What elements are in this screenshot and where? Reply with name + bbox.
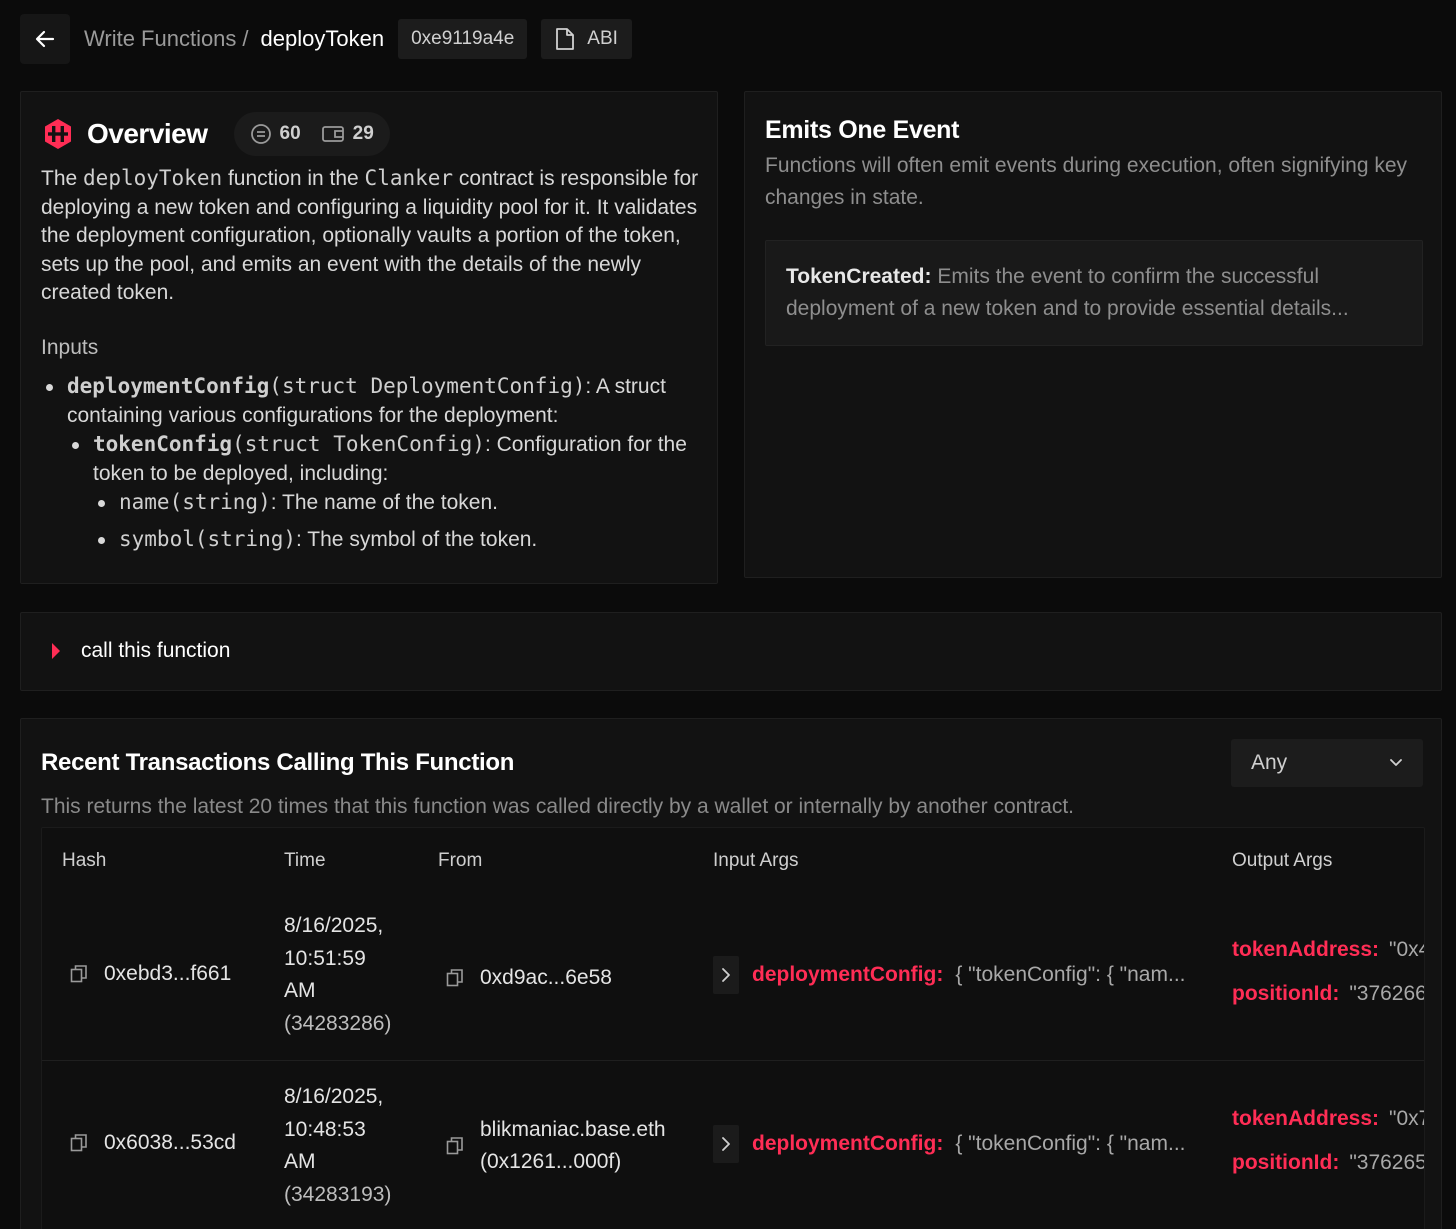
overview-header: Overview 60 29 <box>41 112 390 156</box>
column-header-time: Time <box>284 850 326 871</box>
input-arg-value: { "tokenConfig": { "nam... <box>955 963 1186 986</box>
call-function-panel[interactable]: call this function <box>20 612 1442 691</box>
inputs-heading: Inputs <box>41 335 99 359</box>
transactions-description: This returns the latest 20 times that th… <box>41 795 1074 818</box>
tx-input-cell: deploymentConfig: { "tokenConfig": { "na… <box>713 1125 1186 1163</box>
transactions-table: Hash Time From Input Args Output Args 0x… <box>41 827 1425 1229</box>
column-header-hash: Hash <box>62 850 107 871</box>
input-arg-key: deploymentConfig: <box>752 963 944 986</box>
code-contract-name: Clanker <box>364 166 454 190</box>
clanker-logo-icon <box>45 119 71 149</box>
column-header-input-args: Input Args <box>713 850 799 871</box>
output-arg-key: tokenAddress: <box>1232 938 1380 961</box>
tx-hash-link[interactable]: 0x6038...53cd <box>104 1131 236 1155</box>
tx-input-cell: deploymentConfig: { "tokenConfig": { "na… <box>713 956 1186 994</box>
events-description: Functions will often emit events during … <box>765 154 1408 209</box>
chevron-right-icon <box>722 968 730 982</box>
filter-select-value: Any <box>1251 751 1288 774</box>
output-arg-value: "0x7 <box>1389 1107 1424 1130</box>
back-button[interactable] <box>20 14 70 64</box>
overview-panel: Overview 60 29 The deployToken function … <box>20 91 718 584</box>
abi-label: ABI <box>587 28 618 49</box>
tx-hash-cell: 0xebd3...f661 <box>70 962 231 986</box>
stats-pill: 60 29 <box>233 112 390 156</box>
chevron-down-icon <box>1390 759 1402 766</box>
call-function-toggle[interactable]: call this function <box>51 639 230 663</box>
filter-select[interactable]: Any <box>1231 739 1423 787</box>
table-header: Hash Time From Input Args Output Args <box>42 828 1424 894</box>
inputs-list: deploymentConfig(struct DeploymentConfig… <box>41 372 706 554</box>
event-card[interactable]: TokenCreated: Emits the event to confirm… <box>765 240 1423 346</box>
column-header-output-args: Output Args <box>1232 850 1333 871</box>
input-sub-item: tokenConfig(struct TokenConfig): Configu… <box>67 430 706 554</box>
output-arg-key: tokenAddress: <box>1232 1107 1380 1130</box>
column-header-from: From <box>438 850 483 871</box>
tx-output-cell: tokenAddress: "0x4 positionId: "376266 <box>1232 934 1425 1010</box>
events-title: Emits One Event <box>765 116 960 144</box>
input-arg-key: deploymentConfig: <box>752 1132 944 1155</box>
table-row[interactable]: 0xebd3...f661 8/16/2025, 10:51:59 AM (34… <box>42 894 1424 1060</box>
wallet-icon <box>321 126 344 142</box>
expand-input-button[interactable] <box>713 956 739 994</box>
output-arg-key: positionId: <box>1232 982 1340 1005</box>
output-arg-value: "0x4 <box>1389 938 1424 961</box>
tx-hash-cell: 0x6038...53cd <box>70 1131 236 1155</box>
overflow-fade <box>21 555 717 583</box>
chevron-right-icon <box>722 1137 730 1151</box>
abi-button[interactable]: ABI <box>541 19 632 59</box>
function-selector-text: 0xe9119a4e <box>411 28 515 49</box>
breadcrumb-current: deployToken <box>260 26 385 51</box>
output-arg-value: "376265 <box>1349 1151 1425 1174</box>
block-number[interactable]: (34283286) <box>284 1008 391 1041</box>
tx-time-cell: 8/16/2025, 10:51:59 AM (34283286) <box>284 910 391 1040</box>
input-field-item: symbol(string): The symbol of the token. <box>93 525 706 555</box>
input-field-item: name(string): The name of the token. <box>93 488 706 518</box>
from-address-link[interactable]: blikmaniac.base.eth (0x1261...000f) <box>480 1114 666 1178</box>
transactions-title: Recent Transactions Calling This Functio… <box>41 749 515 776</box>
input-arg-value: { "tokenConfig": { "nam... <box>955 1132 1186 1155</box>
copy-icon[interactable] <box>446 968 464 988</box>
top-bar: Write Functions / deployToken 0xe9119a4e… <box>20 14 632 64</box>
events-panel: Emits One Event Functions will often emi… <box>744 91 1442 578</box>
expand-input-button[interactable] <box>713 1125 739 1163</box>
output-arg-value: "376266 <box>1349 982 1425 1005</box>
breadcrumb-separator: / <box>242 26 249 51</box>
output-arg-key: positionId: <box>1232 1151 1340 1174</box>
table-row[interactable]: 0x6038...53cd 8/16/2025, 10:48:53 AM (34… <box>42 1060 1424 1229</box>
from-address-link[interactable]: 0xd9ac...6e58 <box>480 962 612 994</box>
call-function-label: call this function <box>81 639 231 662</box>
arrow-left-icon <box>35 30 55 48</box>
overview-body: The deployToken function in the Clanker … <box>41 164 706 561</box>
tx-hash-link[interactable]: 0xebd3...f661 <box>104 962 231 986</box>
stat-wallets-count: 29 <box>352 123 374 144</box>
overview-description: The deployToken function in the Clanker … <box>41 166 699 304</box>
transactions-panel: Recent Transactions Calling This Functio… <box>20 718 1442 1229</box>
caret-right-icon <box>52 643 60 659</box>
document-icon <box>556 28 575 50</box>
tx-output-cell: tokenAddress: "0x7 positionId: "376265 <box>1232 1103 1425 1179</box>
tx-from-cell: 0xd9ac...6e58 <box>446 962 612 994</box>
copy-icon[interactable] <box>70 1133 88 1153</box>
copy-icon[interactable] <box>446 1136 464 1156</box>
tx-from-cell: blikmaniac.base.eth (0x1261...000f) <box>446 1114 666 1178</box>
copy-icon[interactable] <box>70 964 88 984</box>
coin-icon <box>250 124 271 144</box>
tx-time-cell: 8/16/2025, 10:48:53 AM (34283193) <box>284 1081 391 1211</box>
stat-calls-count: 60 <box>279 123 301 144</box>
breadcrumb-parent-link[interactable]: Write Functions <box>84 26 236 52</box>
function-selector-chip[interactable]: 0xe9119a4e <box>398 19 528 59</box>
block-number[interactable]: (34283193) <box>284 1179 391 1212</box>
code-function-name: deployToken <box>83 166 223 190</box>
overview-title: Overview <box>87 118 208 149</box>
event-name: TokenCreated: <box>786 265 932 288</box>
input-item: deploymentConfig(struct DeploymentConfig… <box>41 372 706 554</box>
